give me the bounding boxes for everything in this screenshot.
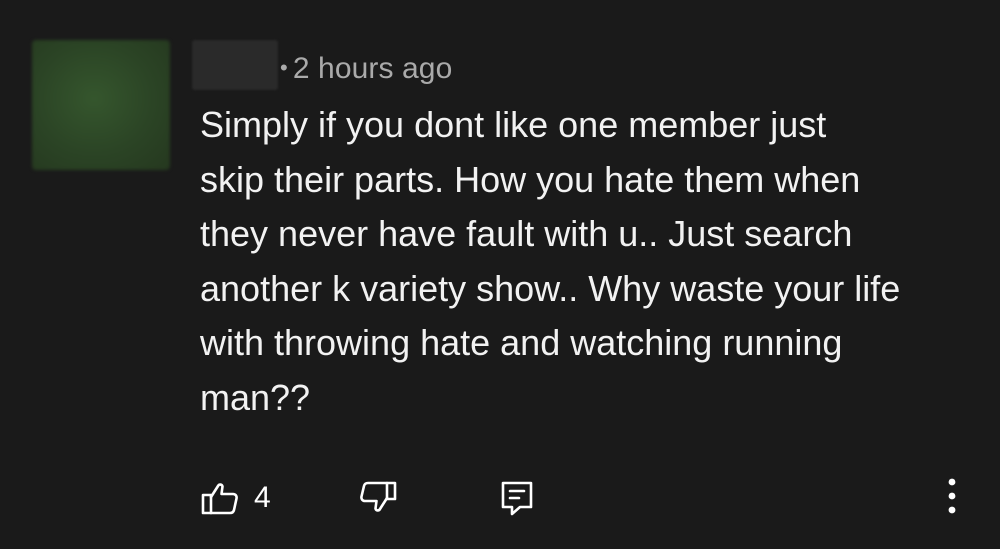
comment-item: • 2 hours ago Simply if you dont like one… <box>0 0 1000 549</box>
comment-text-line: man?? <box>200 376 311 418</box>
author-name-redacted[interactable] <box>192 40 278 90</box>
comment-text-line: another k variety show.. Why waste your … <box>200 267 901 309</box>
comment-text-line: Simply if you dont like one member just <box>200 104 827 145</box>
comment-text-line: they never have fault with u.. Just sear… <box>200 213 853 254</box>
thumbs-up-icon[interactable] <box>200 480 240 516</box>
thumbs-down-icon[interactable] <box>358 480 398 516</box>
comment-body: Simply if you dont like one member just … <box>200 98 970 425</box>
like-count: 4 <box>254 481 271 514</box>
comment-text-line: skip their parts. How you hate them when <box>200 158 861 200</box>
vertical-ellipsis-icon[interactable] <box>942 476 962 516</box>
comment-action-bar: 4 <box>0 470 1000 520</box>
meta-separator: • <box>280 55 288 80</box>
comment-text-line: with throwing hate and watching running <box>200 322 843 363</box>
avatar[interactable] <box>32 40 170 170</box>
comment-timestamp[interactable]: 2 hours ago <box>293 52 453 85</box>
comment-meta: • 2 hours ago <box>280 51 452 89</box>
reply-comment-icon[interactable] <box>500 480 534 516</box>
